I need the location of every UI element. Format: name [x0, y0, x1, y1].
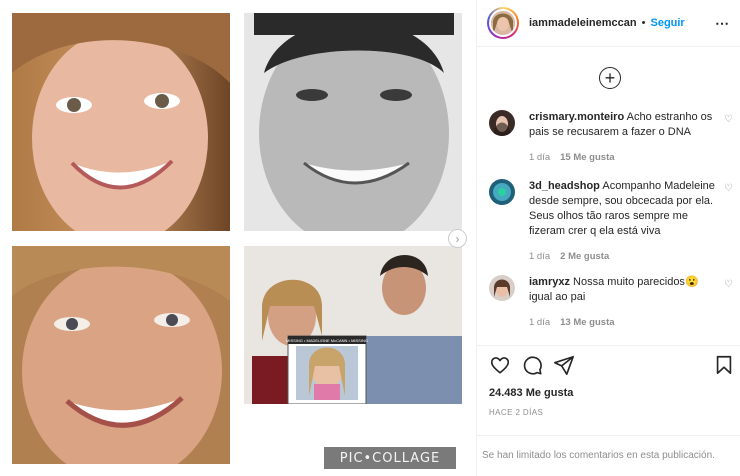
poster-text: MISSING • MADELEINE McCANN • MISSING — [286, 338, 368, 343]
comment-text: Nossa muito parecidos — [573, 276, 685, 288]
comment-icon[interactable] — [521, 354, 543, 376]
collage-photo-girl — [12, 13, 230, 231]
comment-time: 1 día — [529, 251, 551, 262]
comment-username[interactable]: iamryxz — [529, 276, 570, 288]
share-icon[interactable] — [553, 354, 575, 376]
comment-time: 1 día — [529, 152, 551, 163]
pic-collage-watermark: PIC•COLLAGE — [324, 447, 456, 469]
post-actions: 24.483 Me gusta HACE 2 DÍAS — [477, 345, 740, 435]
post-side-panel: iammadeleinemccan • Seguir ⋯ + crismary.… — [476, 0, 740, 476]
comment-heart-icon[interactable]: ♡ — [724, 279, 733, 290]
comment-username[interactable]: 3d_headshop — [529, 180, 600, 192]
comments-section: + crismary.monteiro Acho estranho os pai… — [477, 48, 740, 345]
post-username[interactable]: iammadeleinemccan — [529, 17, 637, 29]
heart-icon[interactable] — [489, 354, 511, 376]
follow-button[interactable]: Seguir — [650, 17, 684, 29]
comment-heart-icon[interactable]: ♡ — [724, 183, 733, 194]
comment-username[interactable]: crismary.monteiro — [529, 111, 624, 123]
comment-time: 1 día — [529, 317, 551, 328]
comment-text-continued: igual ao pai — [529, 291, 586, 303]
plus-circle-icon[interactable]: + — [599, 67, 621, 89]
surprised-emoji: 😮 — [684, 276, 699, 288]
bookmark-icon[interactable] — [713, 354, 735, 376]
likes-count[interactable]: 24.483 Me gusta — [489, 387, 573, 399]
comment-likes[interactable]: 15 Me gusta — [560, 150, 614, 165]
comment-avatar[interactable] — [489, 110, 515, 136]
comments-limited-notice: Se han limitado los comentarios en esta … — [477, 435, 740, 476]
comment-likes[interactable]: 2 Me gusta — [560, 249, 609, 264]
comment-avatar[interactable] — [489, 179, 515, 205]
collage-photo-parents-poster: MISSING • MADELEINE McCANN • MISSING — [244, 246, 462, 404]
comment-item: iamryxz Nossa muito parecidos😮 igual ao … — [489, 275, 733, 330]
more-horizontal-icon[interactable]: ⋯ — [715, 15, 730, 32]
collage-photo-father — [244, 13, 462, 231]
separator-dot: • — [641, 17, 646, 29]
collage-photo-mother — [12, 246, 230, 464]
avatar[interactable] — [487, 7, 519, 39]
post-media[interactable]: MISSING • MADELEINE McCANN • MISSING › P… — [0, 0, 476, 476]
chevron-right-icon: › — [455, 231, 460, 246]
comment-avatar[interactable] — [489, 275, 515, 301]
post-timestamp: HACE 2 DÍAS — [489, 408, 544, 417]
post-header: iammadeleinemccan • Seguir ⋯ — [477, 0, 740, 47]
comment-item: crismary.monteiro Acho estranho os pais … — [489, 110, 733, 165]
comment-heart-icon[interactable]: ♡ — [724, 114, 733, 125]
next-image-button[interactable]: › — [448, 229, 467, 248]
comment-likes[interactable]: 13 Me gusta — [560, 315, 614, 330]
comment-item: 3d_headshop Acompanho Madeleine desde se… — [489, 179, 733, 264]
